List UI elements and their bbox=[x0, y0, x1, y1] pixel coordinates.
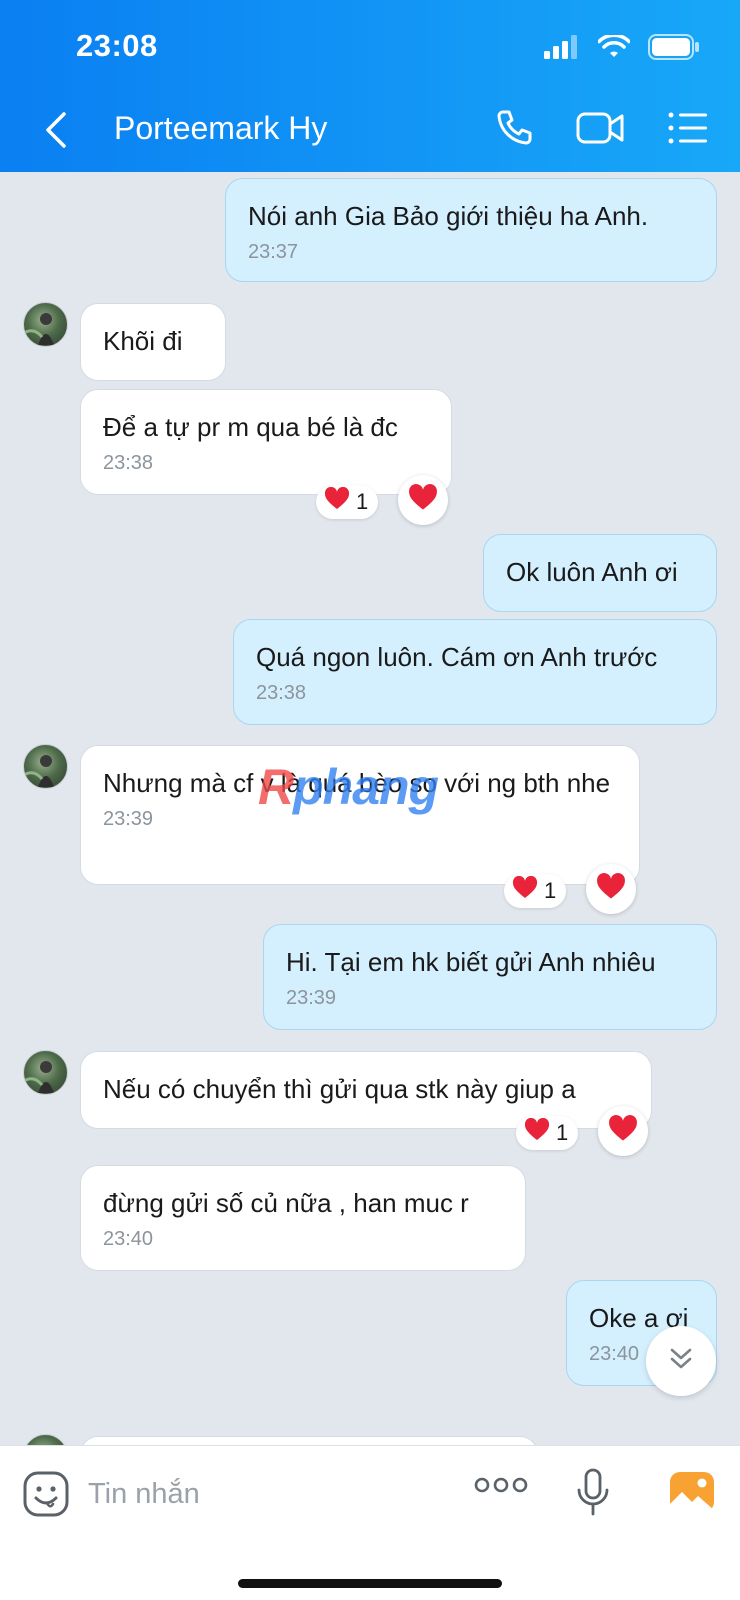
message-text: Để a tự pr m qua bé là đc bbox=[103, 412, 398, 442]
message-incoming[interactable]: đừng gửi số củ nữa , han muc r 23:40 bbox=[80, 1165, 526, 1271]
phone-icon[interactable] bbox=[494, 108, 534, 153]
message-time: 23:37 bbox=[248, 241, 299, 263]
message-input[interactable] bbox=[88, 1472, 428, 1516]
react-heart-button[interactable] bbox=[398, 475, 448, 525]
watermark-part: R bbox=[258, 759, 294, 815]
heart-icon bbox=[324, 486, 350, 517]
status-icons bbox=[544, 33, 700, 65]
message-text: Hi. Tại em hk biết gửi Anh nhiêu bbox=[286, 947, 656, 977]
home-indicator bbox=[238, 1579, 502, 1588]
microphone-icon[interactable] bbox=[576, 1468, 610, 1523]
message-incoming[interactable]: Để a tự pr m qua bé là đc 23:38 bbox=[80, 389, 452, 495]
message-time: 23:39 bbox=[286, 987, 337, 1009]
message-text: Quá ngon luôn. Cám ơn Anh trước bbox=[256, 642, 658, 672]
message-time: 23:38 bbox=[103, 452, 154, 474]
contact-avatar[interactable] bbox=[23, 1434, 68, 1445]
heart-icon bbox=[608, 1114, 638, 1148]
scroll-to-bottom-button[interactable] bbox=[646, 1326, 716, 1396]
heart-icon bbox=[596, 872, 626, 906]
message-text: đừng gửi số củ nữa , han muc r bbox=[103, 1188, 469, 1218]
watermark-logo: Rphang bbox=[258, 758, 439, 816]
reaction-count-value: 1 bbox=[356, 489, 369, 514]
reaction-summary[interactable]: 1 bbox=[316, 485, 379, 519]
emoji-sticker-icon[interactable] bbox=[22, 1470, 70, 1523]
message-outgoing[interactable]: Quá ngon luôn. Cám ơn Anh trước 23:38 bbox=[233, 619, 717, 725]
reaction-count-value: 1 bbox=[556, 1120, 569, 1145]
double-chevron-down-icon bbox=[667, 1345, 695, 1378]
message-incoming[interactable] bbox=[80, 1436, 538, 1445]
message-text: Nói anh Gia Bảo giới thiệu ha Anh. bbox=[248, 201, 649, 231]
contact-avatar[interactable] bbox=[23, 302, 68, 347]
reaction-summary[interactable]: 1 bbox=[504, 874, 567, 908]
message-time: 23:38 bbox=[256, 682, 307, 704]
video-call-icon[interactable] bbox=[576, 110, 626, 151]
contact-avatar[interactable] bbox=[23, 744, 68, 789]
watermark-part: phang bbox=[293, 759, 439, 815]
chat-header: 23:08 Porteemark Hy bbox=[0, 0, 740, 172]
message-time: 23:40 bbox=[103, 1228, 154, 1250]
signal-icon bbox=[544, 35, 580, 64]
message-outgoing[interactable]: Hi. Tại em hk biết gửi Anh nhiêu 23:39 bbox=[263, 924, 717, 1030]
battery-icon bbox=[648, 34, 700, 65]
back-chevron-icon[interactable] bbox=[36, 108, 76, 152]
menu-list-icon[interactable] bbox=[668, 111, 708, 150]
heart-icon bbox=[408, 483, 438, 517]
header-actions bbox=[494, 108, 708, 153]
react-heart-button[interactable] bbox=[598, 1106, 648, 1156]
message-outgoing[interactable]: Nói anh Gia Bảo giới thiệu ha Anh. 23:37 bbox=[225, 178, 717, 282]
wifi-icon bbox=[597, 33, 631, 64]
more-options-icon[interactable] bbox=[474, 1474, 528, 1501]
reaction-summary[interactable]: 1 bbox=[516, 1116, 579, 1150]
contact-name[interactable]: Porteemark Hy bbox=[114, 110, 327, 147]
message-list[interactable]: Nói anh Gia Bảo giới thiệu ha Anh. 23:37… bbox=[0, 172, 740, 1445]
reaction-count-value: 1 bbox=[544, 878, 557, 903]
message-composer bbox=[0, 1445, 740, 1600]
message-text: Nếu có chuyển thì gửi qua stk này giup a bbox=[103, 1074, 576, 1104]
contact-avatar[interactable] bbox=[23, 1050, 68, 1095]
message-incoming[interactable]: Khõi đi bbox=[80, 303, 226, 381]
message-outgoing[interactable]: Ok luôn Anh ơi bbox=[483, 534, 717, 612]
react-heart-button[interactable] bbox=[586, 864, 636, 914]
message-text: Khõi đi bbox=[103, 326, 183, 356]
heart-icon bbox=[524, 1117, 550, 1148]
status-time: 23:08 bbox=[76, 28, 158, 63]
photo-gallery-icon[interactable] bbox=[668, 1468, 716, 1522]
heart-icon bbox=[512, 875, 538, 906]
message-text: Ok luôn Anh ơi bbox=[506, 557, 678, 587]
